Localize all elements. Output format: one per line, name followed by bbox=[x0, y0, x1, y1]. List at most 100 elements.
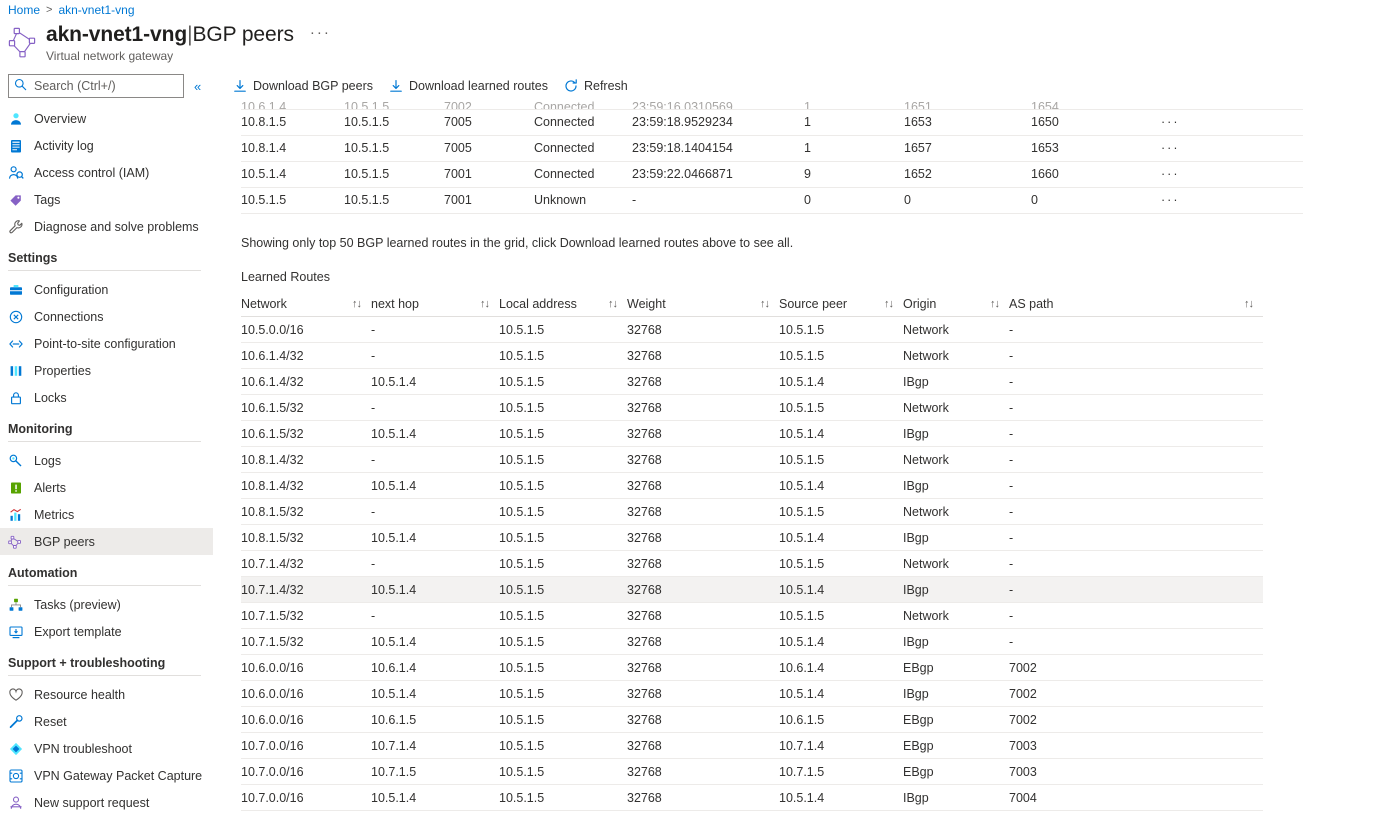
lr-column-weight[interactable]: Weight ↑↓ bbox=[627, 292, 779, 317]
lr-column-network[interactable]: Network↑↓ bbox=[241, 292, 371, 317]
sidebar-item-diagnose-and-solve-problems[interactable]: Diagnose and solve problems bbox=[0, 213, 213, 240]
learned-route-row[interactable]: 10.6.0.0/1610.6.1.510.5.1.53276810.6.1.5… bbox=[241, 707, 1263, 733]
more-options-icon[interactable] bbox=[1161, 100, 1303, 109]
breadcrumb-home[interactable]: Home bbox=[8, 3, 40, 17]
sidebar-item-reset[interactable]: Reset bbox=[0, 708, 213, 735]
download-icon bbox=[389, 79, 403, 93]
sidebar-item-resource-health[interactable]: Resource health bbox=[0, 681, 213, 708]
sidebar-item-new-support-request[interactable]: New support request bbox=[0, 789, 213, 816]
learned-route-row[interactable]: 10.7.1.5/32-10.5.1.53276810.5.1.5Network… bbox=[241, 603, 1263, 629]
search-icon bbox=[14, 78, 27, 94]
learned-route-row[interactable]: 10.5.0.0/16-10.5.1.53276810.5.1.5Network… bbox=[241, 317, 1263, 343]
breadcrumb-separator: > bbox=[46, 4, 52, 16]
learned-route-weight: 32768 bbox=[627, 759, 779, 785]
lr-column-origin[interactable]: Origin↑↓ bbox=[903, 292, 1009, 317]
bgp-peer-status: Connected bbox=[534, 135, 632, 161]
learned-route-row[interactable]: 10.8.1.4/32-10.5.1.53276810.5.1.5Network… bbox=[241, 447, 1263, 473]
learned-route-row[interactable]: 10.6.1.5/3210.5.1.410.5.1.53276810.5.1.4… bbox=[241, 421, 1263, 447]
learned-route-as-path: 7002 bbox=[1009, 707, 1263, 733]
sort-ascending-descending-icon[interactable]: ↑↓ bbox=[760, 298, 769, 310]
more-options-icon[interactable]: ··· bbox=[1161, 135, 1303, 161]
command-bar: Download BGP peers Download learned route… bbox=[233, 74, 1376, 98]
sidebar-item-configuration[interactable]: Configuration bbox=[0, 276, 213, 303]
bgp-peer-row[interactable]: 10.5.1.410.5.1.57001Connected23:59:22.04… bbox=[241, 161, 1303, 187]
more-options-icon[interactable]: ··· bbox=[1161, 109, 1303, 135]
lr-column-source-peer[interactable]: Source peer↑↓ bbox=[779, 292, 903, 317]
sidebar-item-alerts[interactable]: Alerts bbox=[0, 474, 213, 501]
learned-route-as-path: - bbox=[1009, 473, 1263, 499]
more-commands-icon[interactable]: ··· bbox=[310, 24, 331, 41]
search-input[interactable] bbox=[32, 78, 178, 94]
sidebar-item-locks[interactable]: Locks bbox=[0, 384, 213, 411]
learned-route-as-path: - bbox=[1009, 317, 1263, 343]
bgp-peer-row[interactable]: 10.5.1.510.5.1.57001Unknown-000··· bbox=[241, 187, 1303, 213]
command-download-bgp-peers[interactable]: Download BGP peers bbox=[233, 74, 373, 98]
sidebar-group-monitoring: Monitoring bbox=[0, 411, 213, 437]
more-options-icon[interactable]: ··· bbox=[1161, 161, 1303, 187]
collapse-sidebar-icon[interactable]: « bbox=[194, 79, 201, 94]
learned-route-row[interactable]: 10.8.1.5/3210.5.1.410.5.1.53276810.5.1.4… bbox=[241, 525, 1263, 551]
bgp-peer-row[interactable]: 10.8.1.510.5.1.57005Connected23:59:18.95… bbox=[241, 109, 1303, 135]
sidebar-item-vpn-gateway-packet-capture[interactable]: VPN Gateway Packet Capture bbox=[0, 762, 213, 789]
learned-route-local-address: 10.5.1.5 bbox=[499, 499, 627, 525]
learned-route-row[interactable]: 10.6.1.4/32-10.5.1.53276810.5.1.5Network… bbox=[241, 343, 1263, 369]
learned-route-row[interactable]: 10.7.1.4/32-10.5.1.53276810.5.1.5Network… bbox=[241, 551, 1263, 577]
sort-ascending-descending-icon[interactable]: ↑↓ bbox=[352, 298, 361, 310]
sidebar-item-vpn-troubleshoot[interactable]: VPN troubleshoot bbox=[0, 735, 213, 762]
learned-route-row[interactable]: 10.7.0.0/1610.7.1.410.5.1.53276810.7.1.4… bbox=[241, 733, 1263, 759]
learned-route-origin: IBgp bbox=[903, 577, 1009, 603]
sort-ascending-descending-icon[interactable]: ↑↓ bbox=[990, 298, 999, 310]
breadcrumb-current[interactable]: akn-vnet1-vng bbox=[58, 3, 134, 17]
learned-route-next-hop: 10.5.1.4 bbox=[371, 577, 499, 603]
learned-route-network: 10.7.1.5/32 bbox=[241, 603, 371, 629]
command-download-learned-routes[interactable]: Download learned routes bbox=[389, 74, 548, 98]
lr-column-next-hop[interactable]: next hop↑↓ bbox=[371, 292, 499, 317]
bgp-peer-row[interactable]: 10.8.1.410.5.1.57005Connected23:59:18.14… bbox=[241, 135, 1303, 161]
lr-column-local-address[interactable]: Local address↑↓ bbox=[499, 292, 627, 317]
learned-route-row[interactable]: 10.6.1.5/32-10.5.1.53276810.5.1.5Network… bbox=[241, 395, 1263, 421]
learned-route-network: 10.6.0.0/16 bbox=[241, 707, 371, 733]
sidebar-item-access-control-iam[interactable]: Access control (IAM) bbox=[0, 159, 213, 186]
search-box[interactable] bbox=[8, 74, 184, 98]
command-refresh[interactable]: Refresh bbox=[564, 74, 628, 98]
learned-route-row[interactable]: 10.7.0.0/1610.5.1.410.5.1.53276810.5.1.4… bbox=[241, 785, 1263, 811]
learned-route-next-hop: 10.6.1.5 bbox=[371, 707, 499, 733]
learned-route-as-path: - bbox=[1009, 421, 1263, 447]
sort-ascending-descending-icon[interactable]: ↑↓ bbox=[1244, 298, 1253, 310]
sidebar-item-point-to-site-configuration[interactable]: Point-to-site configuration bbox=[0, 330, 213, 357]
sidebar-item-bgp-peers[interactable]: BGP peers bbox=[0, 528, 213, 555]
bgp-peer-row[interactable]: 10.6.1.410.5.1.57002Connected23:59:16.03… bbox=[241, 100, 1303, 109]
sidebar-item-metrics[interactable]: Metrics bbox=[0, 501, 213, 528]
sidebar-item-tags[interactable]: Tags bbox=[0, 186, 213, 213]
sidebar-item-label: VPN troubleshoot bbox=[34, 742, 132, 756]
learned-route-row[interactable]: 10.6.1.4/3210.5.1.410.5.1.53276810.5.1.4… bbox=[241, 369, 1263, 395]
learned-route-row[interactable]: 10.7.0.0/1610.7.1.510.5.1.53276810.7.1.5… bbox=[241, 759, 1263, 785]
learned-route-origin: IBgp bbox=[903, 473, 1009, 499]
learned-route-row[interactable]: 10.7.1.5/3210.5.1.410.5.1.53276810.5.1.4… bbox=[241, 629, 1263, 655]
sort-ascending-descending-icon[interactable]: ↑↓ bbox=[608, 298, 617, 310]
learned-route-row[interactable]: 10.6.0.0/1610.6.1.410.5.1.53276810.6.1.4… bbox=[241, 655, 1263, 681]
lr-column-as-path[interactable]: AS path↑↓ bbox=[1009, 292, 1263, 317]
configuration-icon bbox=[8, 282, 24, 298]
sidebar-item-export-template[interactable]: Export template bbox=[0, 618, 213, 645]
learned-route-source-peer: 10.5.1.4 bbox=[779, 421, 903, 447]
sort-ascending-descending-icon[interactable]: ↑↓ bbox=[884, 298, 893, 310]
bgp-peer-asn: 7001 bbox=[444, 187, 534, 213]
sidebar-item-overview[interactable]: Overview bbox=[0, 105, 213, 132]
sort-ascending-descending-icon[interactable]: ↑↓ bbox=[480, 298, 489, 310]
learned-route-row[interactable]: 10.6.0.0/1610.5.1.410.5.1.53276810.5.1.4… bbox=[241, 681, 1263, 707]
sidebar-item-logs[interactable]: Logs bbox=[0, 447, 213, 474]
lr-column-label: Weight bbox=[627, 297, 666, 311]
more-options-icon[interactable]: ··· bbox=[1161, 187, 1303, 213]
learned-route-network: 10.7.0.0/16 bbox=[241, 733, 371, 759]
learned-route-row[interactable]: 10.8.1.5/32-10.5.1.53276810.5.1.5Network… bbox=[241, 499, 1263, 525]
sidebar-item-connections[interactable]: Connections bbox=[0, 303, 213, 330]
learned-route-row[interactable]: 10.7.1.4/3210.5.1.410.5.1.53276810.5.1.4… bbox=[241, 577, 1263, 603]
sidebar-item-tasks-preview[interactable]: Tasks (preview) bbox=[0, 591, 213, 618]
sidebar-item-activity-log[interactable]: Activity log bbox=[0, 132, 213, 159]
download-icon bbox=[233, 79, 247, 93]
learned-route-row[interactable]: 10.8.1.4/3210.5.1.410.5.1.53276810.5.1.4… bbox=[241, 473, 1263, 499]
bgp-peer-status: Unknown bbox=[534, 187, 632, 213]
sidebar-item-properties[interactable]: Properties bbox=[0, 357, 213, 384]
bgp-peer-routes-count: 0 bbox=[804, 187, 904, 213]
